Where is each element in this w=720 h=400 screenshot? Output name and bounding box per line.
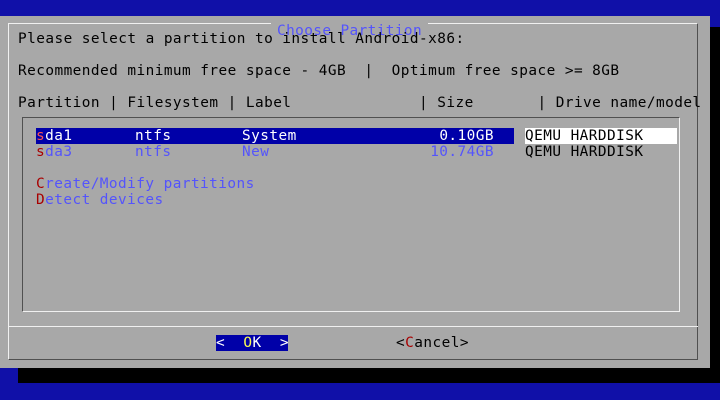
prompt-text: Please select a partition to install And… (18, 31, 465, 47)
detect-devices-option[interactable]: Detect devices (36, 192, 164, 208)
ok-button[interactable]: < OK > (216, 335, 288, 351)
partition-drive: QEMU HARDDISK (525, 128, 677, 144)
partition-row-sda1[interactable]: sda1 ntfs System 0.10GB QEMU HARDDISK (36, 128, 677, 144)
partition-label: System (242, 128, 297, 144)
create-modify-partitions-option[interactable]: Create/Modify partitions (36, 176, 255, 192)
partition-label: New (242, 144, 270, 160)
partition-size: 0.10GB (439, 128, 494, 144)
partition-drive: QEMU HARDDISK (525, 144, 644, 160)
partition-list[interactable]: sda1 ntfs System 0.10GB QEMU HARDDISK sd… (22, 117, 680, 312)
partition-row-sda3[interactable]: sda3 ntfs New 10.74GB QEMU HARDDISK (36, 144, 643, 160)
space-note: Recommended minimum free space - 4GB | O… (18, 63, 620, 79)
partition-name: sda3 (36, 144, 73, 160)
partition-filesystem: ntfs (135, 128, 172, 144)
button-separator (8, 326, 698, 327)
partition-name: sda1 (36, 128, 73, 144)
partition-filesystem: ntfs (135, 144, 172, 160)
partition-size: 10.74GB (430, 144, 494, 160)
choose-partition-dialog: Choose Partition Please select a partiti… (0, 16, 710, 368)
cancel-button[interactable]: <Cancel> (396, 335, 469, 351)
column-headers: Partition | Filesystem | Label | Size | … (18, 95, 702, 111)
